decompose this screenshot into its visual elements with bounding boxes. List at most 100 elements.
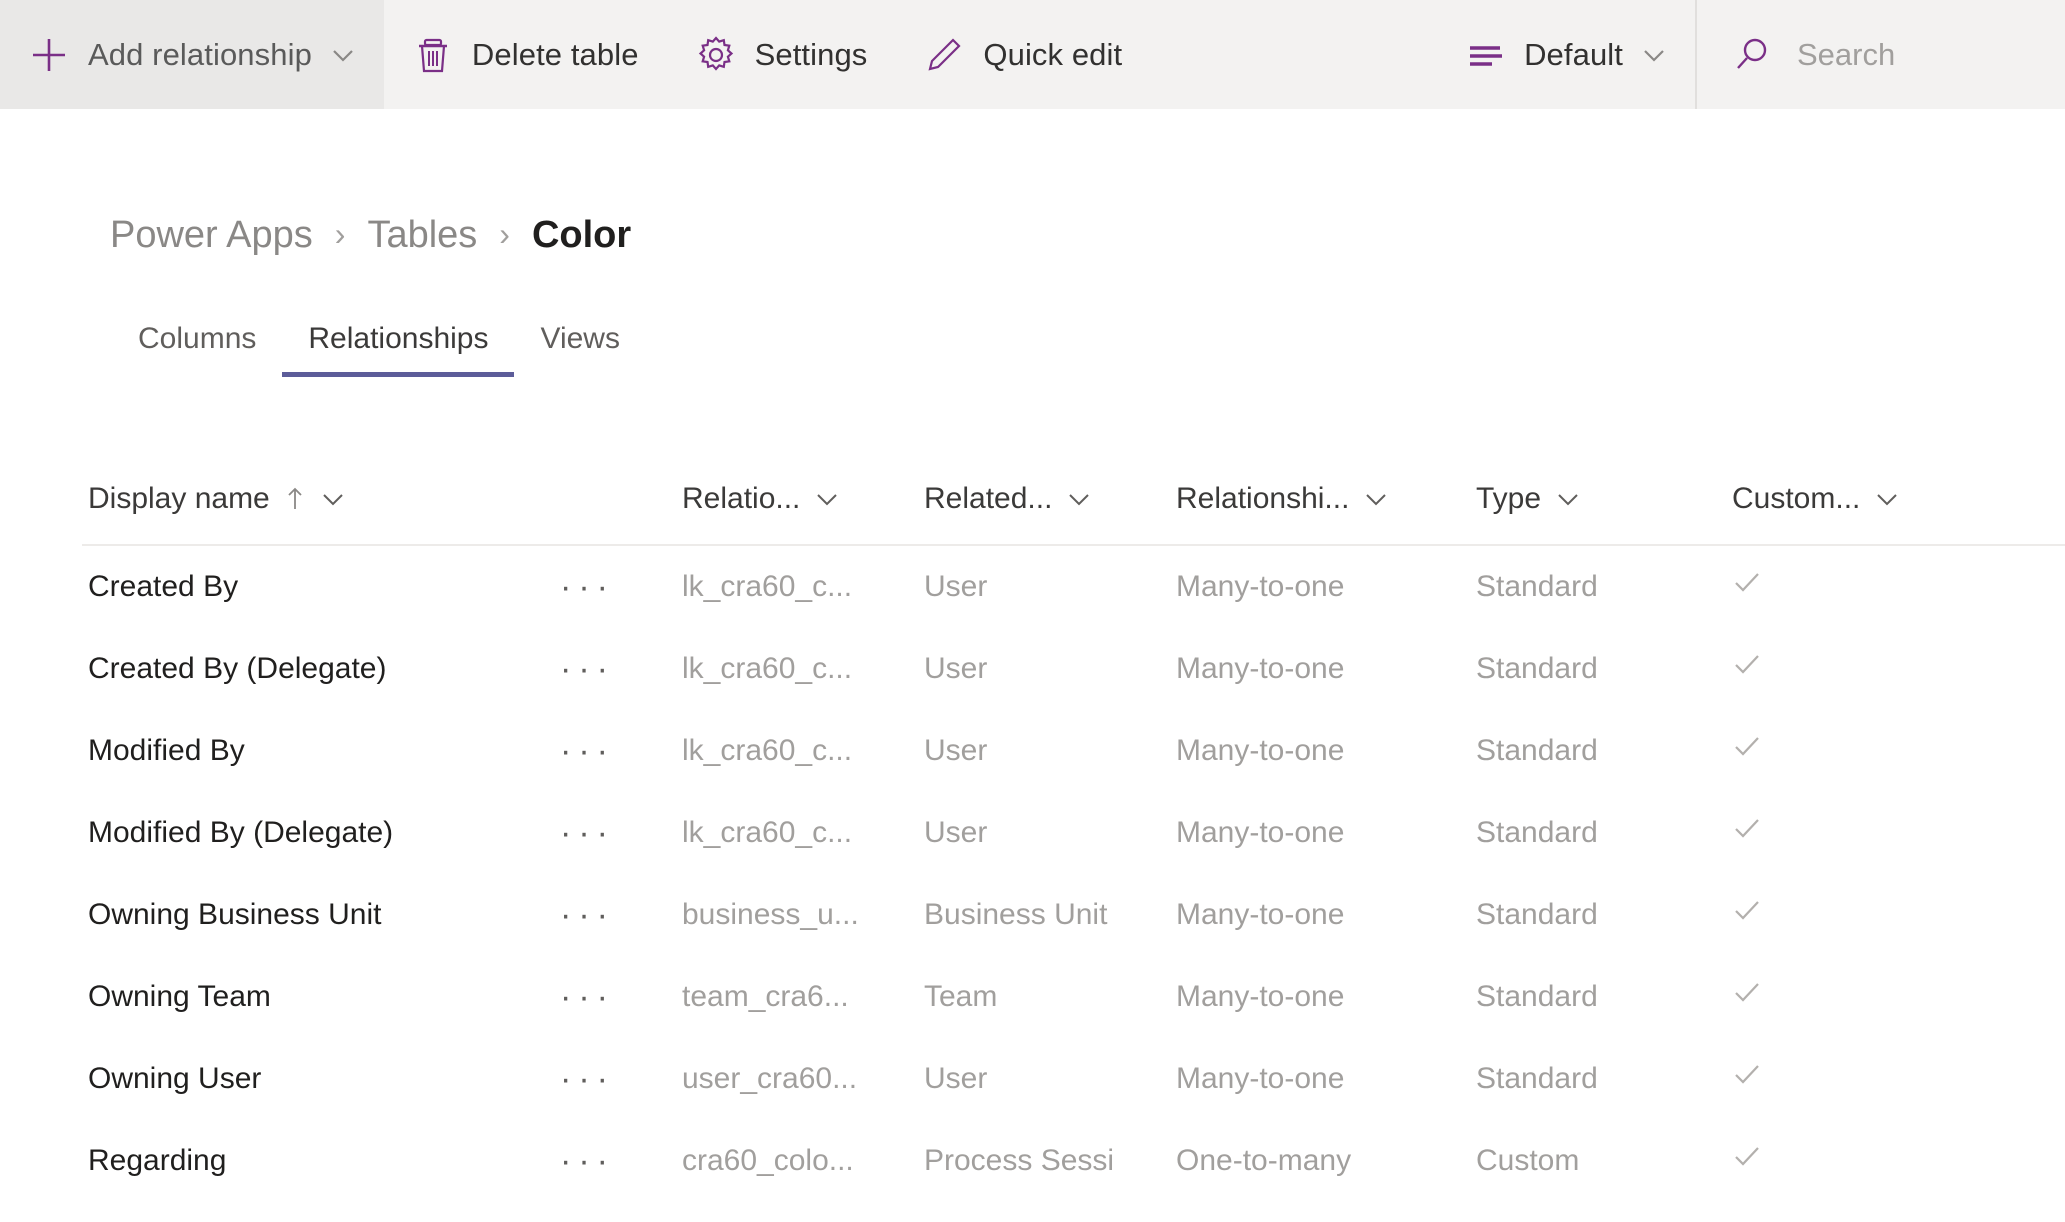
plus-icon xyxy=(28,34,70,76)
relationships-grid: Display name Relatio... Related... Relat… xyxy=(82,454,2065,1202)
column-header-customizable[interactable]: Custom... xyxy=(1732,482,1992,516)
column-header-label: Display name xyxy=(88,482,270,515)
checkmark-icon xyxy=(1732,1142,1762,1172)
checkmark-icon xyxy=(1732,732,1762,762)
row-overflow-menu-icon[interactable]: ··· xyxy=(560,650,682,689)
cell-customizable xyxy=(1732,1142,1992,1180)
row-overflow-menu-icon[interactable]: ··· xyxy=(560,896,682,935)
chevron-down-icon[interactable] xyxy=(1874,486,1900,512)
table-row[interactable]: Modified By (Delegate) ··· lk_cra60_c... Us… xyxy=(82,792,2065,874)
tab-list: Columns Relationships Views xyxy=(112,322,646,377)
row-overflow-menu-icon[interactable]: ··· xyxy=(560,1142,682,1181)
sort-ascending-icon xyxy=(284,485,306,513)
add-relationship-button[interactable]: Add relationship xyxy=(0,0,384,109)
cell-related-table: Team xyxy=(924,980,998,1013)
delete-table-button[interactable]: Delete table xyxy=(384,0,667,109)
cell-customizable xyxy=(1732,896,1992,934)
checkmark-icon xyxy=(1732,1060,1762,1090)
breadcrumb: Power Apps › Tables › Color xyxy=(110,214,631,257)
row-overflow-menu-icon[interactable]: ··· xyxy=(560,1060,682,1099)
chevron-down-icon[interactable] xyxy=(814,486,840,512)
breadcrumb-separator-icon: › xyxy=(499,216,510,252)
chevron-down-icon[interactable] xyxy=(1066,486,1092,512)
cell-relationship-type: Many-to-one xyxy=(1176,980,1345,1013)
column-header-related-table[interactable]: Related... xyxy=(924,482,1176,516)
cell-display-name[interactable]: Modified By xyxy=(82,734,560,768)
command-bar-spacer xyxy=(1150,0,1436,109)
breadcrumb-item-power-apps[interactable]: Power Apps xyxy=(110,214,313,257)
cell-display-name[interactable]: Regarding xyxy=(82,1144,560,1178)
row-overflow-menu-icon[interactable]: ··· xyxy=(560,732,682,771)
cell-relationship-type: Many-to-one xyxy=(1176,1062,1345,1095)
cell-related-table: User xyxy=(924,1062,988,1095)
view-selector-label: Default xyxy=(1524,36,1623,72)
gear-icon xyxy=(695,34,737,76)
cell-related-table: User xyxy=(924,570,988,603)
cell-related-table: User xyxy=(924,816,988,849)
column-header-display-name[interactable]: Display name xyxy=(82,482,560,516)
delete-table-label: Delete table xyxy=(471,36,639,72)
column-header-relationship-name[interactable]: Relatio... xyxy=(682,482,924,516)
cell-relationship-type: Many-to-one xyxy=(1176,816,1345,849)
cell-type: Standard xyxy=(1476,652,1598,685)
table-row[interactable]: Created By (Delegate) ··· lk_cra60_c... Use… xyxy=(82,628,2065,710)
column-header-label: Custom... xyxy=(1732,482,1861,515)
table-row[interactable]: Owning Team ··· team_cra6... Team Many-to-on… xyxy=(82,956,2065,1038)
tab-views[interactable]: Views xyxy=(514,322,645,377)
cell-relationship-name: business_u... xyxy=(682,898,859,931)
add-relationship-label: Add relationship xyxy=(88,36,312,72)
table-row[interactable]: Owning Business Unit ··· business_u... Busi… xyxy=(82,874,2065,956)
chevron-down-icon[interactable] xyxy=(1363,486,1389,512)
cell-display-name[interactable]: Owning Team xyxy=(82,980,560,1014)
cell-display-name[interactable]: Modified By (Delegate) xyxy=(82,816,560,850)
search-input[interactable]: Search xyxy=(1797,37,1895,73)
cell-related-table: Business Unit xyxy=(924,898,1108,931)
grid-body: Created By ··· lk_cra60_c... User Many-to-on… xyxy=(82,546,2065,1202)
search-icon xyxy=(1731,34,1773,76)
chevron-down-icon[interactable] xyxy=(1555,486,1581,512)
cell-customizable xyxy=(1732,814,1992,852)
row-overflow-menu-icon[interactable]: ··· xyxy=(560,978,682,1017)
column-header-type[interactable]: Type xyxy=(1476,482,1732,516)
cell-type: Standard xyxy=(1476,980,1598,1013)
breadcrumb-item-current: Color xyxy=(531,214,632,256)
quick-edit-button[interactable]: Quick edit xyxy=(895,0,1150,109)
column-header-relationship-type[interactable]: Relationshi... xyxy=(1176,482,1476,516)
search-box[interactable]: Search xyxy=(1697,0,2065,109)
table-row[interactable]: Regarding ··· cra60_colo... Process Sessi On… xyxy=(82,1120,2065,1202)
trash-icon xyxy=(412,34,454,76)
tab-columns[interactable]: Columns xyxy=(112,322,282,377)
command-bar: Add relationship Delete table Settings Q… xyxy=(0,0,2065,109)
tab-relationships[interactable]: Relationships xyxy=(282,322,515,377)
cell-display-name[interactable]: Owning User xyxy=(82,1062,560,1096)
view-selector-button[interactable]: Default xyxy=(1436,0,1695,109)
cell-relationship-name: cra60_colo... xyxy=(682,1144,854,1177)
row-overflow-menu-icon[interactable]: ··· xyxy=(560,568,682,607)
cell-related-table: User xyxy=(924,734,988,767)
page-content: Power Apps › Tables › Color Columns Rela… xyxy=(0,109,2065,1222)
cell-display-name[interactable]: Owning Business Unit xyxy=(82,898,560,932)
cell-type: Standard xyxy=(1476,816,1598,849)
chevron-down-icon xyxy=(1641,42,1667,68)
checkmark-icon xyxy=(1732,978,1762,1008)
chevron-down-icon xyxy=(330,42,356,68)
settings-label: Settings xyxy=(754,36,868,72)
breadcrumb-separator-icon: › xyxy=(334,216,346,252)
cell-display-name[interactable]: Created By xyxy=(82,570,560,604)
table-row[interactable]: Modified By ··· lk_cra60_c... User Many-to-o… xyxy=(82,710,2065,792)
chevron-down-icon[interactable] xyxy=(320,486,346,512)
table-row[interactable]: Owning User ··· user_cra60... User Many-to-o… xyxy=(82,1038,2065,1120)
table-row[interactable]: Created By ··· lk_cra60_c... User Many-to-on… xyxy=(82,546,2065,628)
breadcrumb-item-tables[interactable]: Tables xyxy=(367,214,477,257)
column-header-label: Type xyxy=(1476,482,1542,515)
cell-relationship-type: One-to-many xyxy=(1176,1144,1352,1177)
cell-customizable xyxy=(1732,978,1992,1016)
column-header-label: Relationshi... xyxy=(1176,482,1350,515)
cell-relationship-type: Many-to-one xyxy=(1176,734,1345,767)
settings-button[interactable]: Settings xyxy=(667,0,896,109)
column-header-label: Related... xyxy=(924,482,1053,515)
row-overflow-menu-icon[interactable]: ··· xyxy=(560,814,682,853)
cell-display-name[interactable]: Created By (Delegate) xyxy=(82,652,560,686)
cell-customizable xyxy=(1732,1060,1992,1098)
list-view-icon xyxy=(1464,34,1506,76)
